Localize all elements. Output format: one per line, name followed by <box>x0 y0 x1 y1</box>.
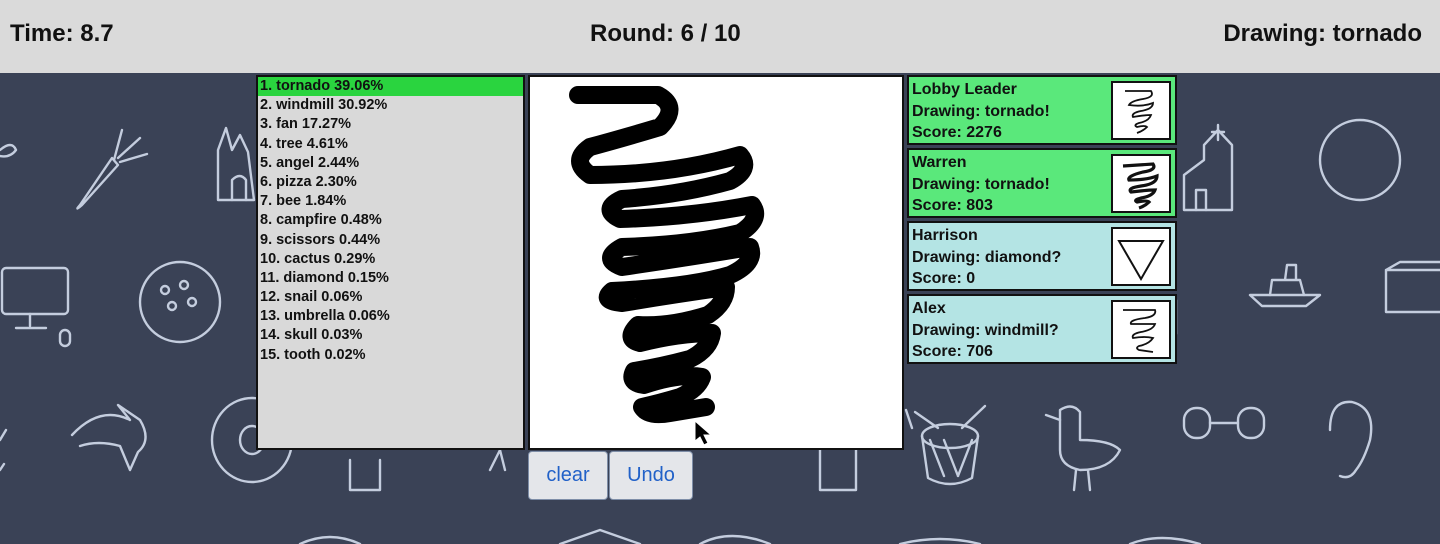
tornado-sketch-icon <box>1111 154 1171 213</box>
prediction-item: 7. bee 1.84% <box>260 193 347 210</box>
prediction-item: 2. windmill 30.92% <box>260 97 388 114</box>
prediction-item: 15. tooth 0.02% <box>260 346 366 363</box>
player-status: Drawing: diamond? <box>912 248 1062 266</box>
player-score: Score: 706 <box>912 343 993 360</box>
timer-label: Time: 8.7 <box>10 20 114 47</box>
tornado-drawing <box>569 86 764 446</box>
prediction-item: 3. fan 17.27% <box>260 116 352 133</box>
drawing-target-label: Drawing: tornado <box>1223 20 1422 47</box>
round-label: Round: 6 / 10 <box>590 20 741 47</box>
drawing-canvas[interactable] <box>528 75 904 450</box>
prediction-item: 8. campfire 0.48% <box>260 212 382 229</box>
undo-button[interactable]: Undo <box>609 451 693 500</box>
player-name: Lobby Leader <box>912 81 1017 98</box>
cursor-icon <box>694 419 713 446</box>
prediction-item: 6. pizza 2.30% <box>260 173 357 190</box>
prediction-item: 14. skull 0.03% <box>260 327 363 344</box>
triangle-sketch-icon <box>1111 227 1171 286</box>
player-status: Drawing: tornado! <box>912 175 1050 193</box>
clear-button[interactable]: clear <box>528 451 608 500</box>
player-status: Drawing: windmill? <box>912 321 1059 339</box>
player-name: Harrison <box>912 227 978 244</box>
prediction-item: 4. tree 4.61% <box>260 135 348 152</box>
prediction-item: 5. angel 2.44% <box>260 154 360 171</box>
player-card: Alex Drawing: windmill? Score: 706 <box>907 294 1177 364</box>
tornado-sketch-icon <box>1111 81 1171 140</box>
player-name: Warren <box>912 154 967 171</box>
prediction-item: 9. scissors 0.44% <box>260 231 381 248</box>
squiggle-sketch-icon <box>1111 300 1171 359</box>
player-score: Score: 2276 <box>912 124 1002 141</box>
player-card: Warren Drawing: tornado! Score: 803 <box>907 148 1177 218</box>
prediction-list: 1. tornado 39.06% 2. windmill 30.92% 3. … <box>256 75 525 450</box>
player-name: Alex <box>912 300 946 317</box>
player-score: Score: 0 <box>912 270 976 287</box>
prediction-item: 11. diamond 0.15% <box>260 269 389 286</box>
player-card: Lobby Leader Drawing: tornado! Score: 22… <box>907 75 1177 145</box>
player-status: Drawing: tornado! <box>912 102 1050 120</box>
top-bar: Time: 8.7 Round: 6 / 10 Drawing: tornado <box>0 0 1440 73</box>
prediction-item: 1. tornado 39.06% <box>258 77 523 97</box>
player-card: Harrison Drawing: diamond? Score: 0 <box>907 221 1177 291</box>
prediction-item: 12. snail 0.06% <box>260 289 363 306</box>
prediction-item: 10. cactus 0.29% <box>260 250 376 267</box>
prediction-item: 13. umbrella 0.06% <box>260 308 390 325</box>
player-score: Score: 803 <box>912 197 993 214</box>
